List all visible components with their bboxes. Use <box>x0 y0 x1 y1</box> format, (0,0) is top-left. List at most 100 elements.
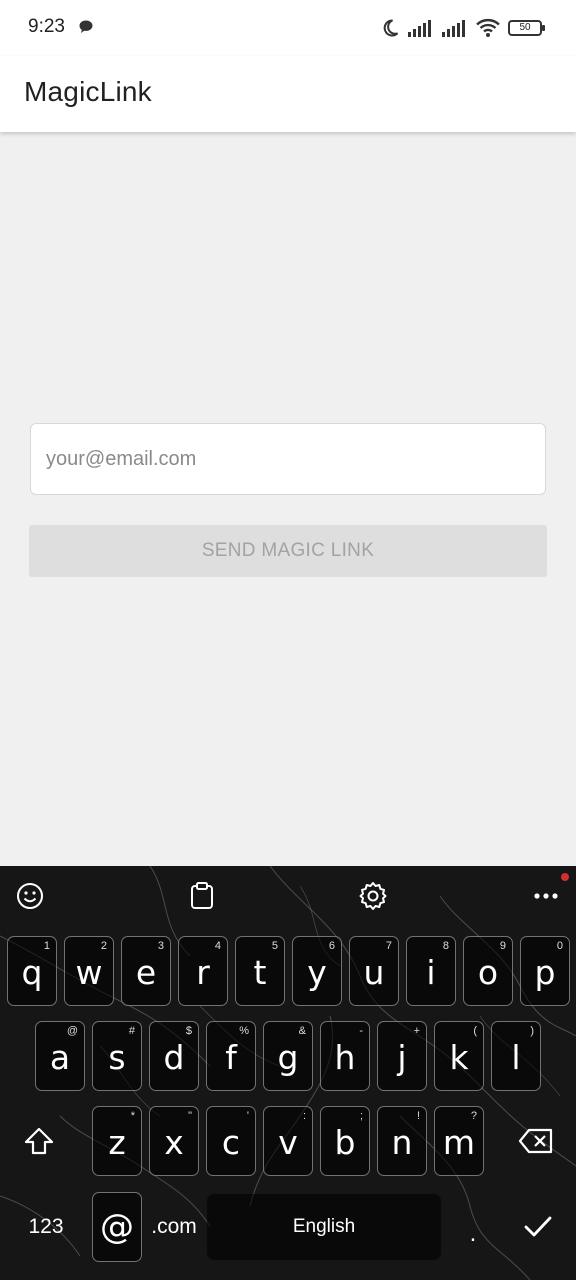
key-z[interactable]: * z <box>92 1106 142 1176</box>
key-hint: : <box>302 1110 306 1122</box>
key-label: l <box>511 1038 521 1077</box>
settings-icon[interactable] <box>357 880 389 912</box>
key-hint: @ <box>66 1025 78 1037</box>
key-h[interactable]: -h <box>320 1021 370 1091</box>
key-s[interactable]: # s <box>92 1021 142 1091</box>
status-icons: 50 <box>380 16 545 40</box>
key-label: y <box>307 953 327 992</box>
key-x[interactable]: " x <box>149 1106 199 1176</box>
key-hint: $ <box>185 1025 192 1037</box>
key-q[interactable]: 1q <box>7 936 57 1006</box>
period-key[interactable]: . <box>450 1192 496 1262</box>
key-n[interactable]: ! n <box>377 1106 427 1176</box>
emoji-icon[interactable] <box>14 880 46 912</box>
key-d[interactable]: $ d <box>149 1021 199 1091</box>
key-a[interactable]: @ a <box>35 1021 85 1091</box>
key-f[interactable]: % f <box>206 1021 256 1091</box>
key-hint: * <box>130 1110 135 1122</box>
key-hint: + <box>413 1025 420 1037</box>
key-t[interactable]: 5t <box>235 936 285 1006</box>
key-hint: ( <box>473 1025 477 1037</box>
key-v[interactable]: :v <box>263 1106 313 1176</box>
key-hint: 8 <box>442 940 449 952</box>
send-magic-link-button[interactable]: SEND MAGIC LINK <box>29 525 547 577</box>
key-label: p <box>534 953 556 992</box>
moon-icon <box>383 19 399 37</box>
key-label: i <box>426 953 436 992</box>
key-label: z <box>108 1123 126 1162</box>
enter-key[interactable] <box>508 1192 568 1262</box>
shift-key[interactable] <box>8 1106 70 1176</box>
app-title: MagicLink <box>24 76 152 107</box>
key-label: q <box>21 953 43 992</box>
key-label: b <box>334 1123 356 1162</box>
key-hint: 5 <box>271 940 278 952</box>
key-hint: ; <box>359 1110 363 1122</box>
key-hint: 6 <box>328 940 335 952</box>
signal-icon <box>442 20 465 37</box>
wifi-icon <box>476 18 500 37</box>
key-j[interactable]: + j <box>377 1021 427 1091</box>
key-label: d <box>163 1038 185 1077</box>
key-u[interactable]: 7u <box>349 936 399 1006</box>
at-key-label: @ <box>100 1207 134 1247</box>
email-field[interactable] <box>30 423 546 495</box>
key-hint: ' <box>246 1110 249 1122</box>
key-label: m <box>442 1123 476 1162</box>
more-icon[interactable] <box>530 880 562 912</box>
key-hint: 1 <box>43 940 50 952</box>
key-hint: ? <box>470 1110 477 1122</box>
space-key[interactable]: English <box>207 1194 441 1260</box>
key-b[interactable]: ; b <box>320 1106 370 1176</box>
dotcom-key[interactable]: .com <box>148 1192 200 1262</box>
key-p[interactable]: 0p <box>520 936 570 1006</box>
key-hint: 3 <box>157 940 164 952</box>
key-r[interactable]: 4r <box>178 936 228 1006</box>
key-e[interactable]: 3e <box>121 936 171 1006</box>
key-label: o <box>477 953 499 992</box>
clipboard-icon[interactable] <box>186 880 218 912</box>
key-w[interactable]: 2w <box>64 936 114 1006</box>
backspace-key[interactable] <box>504 1106 568 1176</box>
key-label: v <box>278 1123 298 1162</box>
key-hint: " <box>188 1110 192 1122</box>
key-i[interactable]: 8i <box>406 936 456 1006</box>
key-hint: 9 <box>499 940 506 952</box>
key-label: w <box>75 953 103 992</box>
key-label: n <box>391 1123 413 1162</box>
keyboard: 1 q 2 w 3 e 4 r 5 t 6 y 7 u 8 i 9 o 0 p @ a # s $ d% f & g - h + j(k) l * z… <box>0 866 576 1280</box>
key-k[interactable]: (k <box>434 1021 484 1091</box>
key-o[interactable]: 9o <box>463 936 513 1006</box>
key-c[interactable]: ' c <box>206 1106 256 1176</box>
key-g[interactable]: & g <box>263 1021 313 1091</box>
key-label: k <box>449 1038 469 1077</box>
notification-dot <box>561 873 569 881</box>
status-bar: 9:23 50 <box>0 0 576 56</box>
key-hint: ) <box>530 1025 534 1037</box>
key-hint: 0 <box>556 940 563 952</box>
key-label: j <box>397 1038 407 1077</box>
message-icon <box>79 20 93 33</box>
key-hint: 4 <box>214 940 221 952</box>
battery-icon: 50 <box>508 20 545 36</box>
key-hint: % <box>239 1025 249 1037</box>
key-label: u <box>363 953 385 992</box>
checkmark-icon <box>524 1216 552 1237</box>
status-time: 9:23 <box>28 16 65 37</box>
key-l[interactable]: ) l <box>491 1021 541 1091</box>
key-label: t <box>253 953 267 992</box>
key-label: e <box>135 953 157 992</box>
at-key[interactable]: @ <box>92 1192 142 1262</box>
signal-icon <box>408 20 431 37</box>
key-label: g <box>277 1038 299 1077</box>
key-label: a <box>49 1038 71 1077</box>
key-hint: ! <box>416 1110 420 1122</box>
numbers-key[interactable]: 123 <box>8 1192 84 1262</box>
key-y[interactable]: 6y <box>292 936 342 1006</box>
key-label: r <box>196 953 210 992</box>
key-label: f <box>225 1038 237 1077</box>
key-hint: 7 <box>385 940 392 952</box>
key-m[interactable]: ? m <box>434 1106 484 1176</box>
keyboard-toolbar <box>0 866 576 926</box>
key-hint: 2 <box>100 940 107 952</box>
